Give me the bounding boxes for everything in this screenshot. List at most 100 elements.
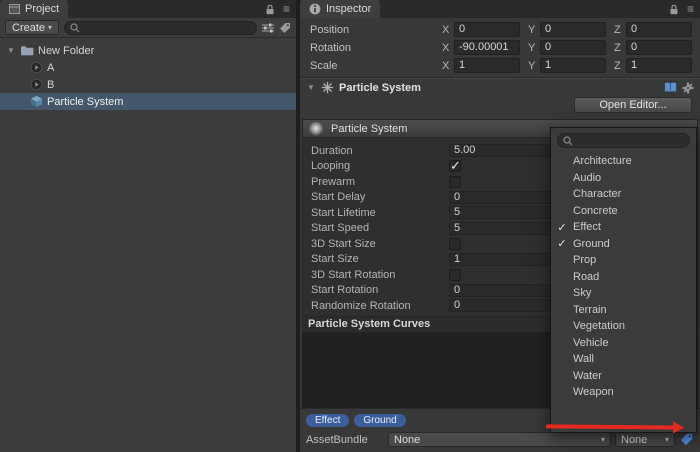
label-filter-icon[interactable]	[279, 22, 291, 34]
row-label: Duration	[311, 145, 449, 157]
menu-icon[interactable]: ≡	[687, 3, 694, 15]
assetbundle-label: AssetBundle	[306, 434, 388, 446]
tab-inspector[interactable]: Inspector	[300, 0, 380, 18]
label-option-vegetation[interactable]: Vegetation	[551, 318, 696, 335]
lock-icon[interactable]	[669, 4, 679, 15]
foldout-open-icon[interactable]: ▼	[6, 46, 16, 55]
project-tabbar: Project ≡	[0, 0, 296, 18]
caret-down-icon: ▾	[48, 24, 52, 32]
particle-system-component-header[interactable]: ▼ Particle System	[300, 79, 700, 96]
looping-checkbox[interactable]: ✓	[449, 160, 461, 172]
scale-y-field[interactable]: 1	[540, 58, 606, 73]
gear-icon[interactable]	[682, 82, 694, 94]
caret-down-icon: ▾	[601, 436, 605, 444]
tab-project[interactable]: Project	[0, 0, 68, 18]
label-option-concrete[interactable]: Concrete	[551, 203, 696, 220]
lock-icon[interactable]	[265, 4, 275, 15]
row-label: 3D Start Rotation	[311, 269, 449, 281]
search-icon	[70, 23, 80, 33]
tree-item-particle-system[interactable]: Particle System	[0, 93, 296, 110]
scale-row: Scale X 1 Y 1 Z 1	[310, 57, 692, 74]
rotation-row: Rotation X -90.00001 Y 0 Z 0	[310, 39, 692, 56]
model-icon	[30, 78, 43, 91]
search-icon	[563, 136, 573, 146]
create-button[interactable]: Create ▾	[5, 20, 59, 35]
rotation-x-field[interactable]: -90.00001	[454, 40, 520, 55]
particle-system-icon	[30, 95, 43, 108]
tree-item-new-folder[interactable]: ▼ New Folder	[0, 42, 296, 59]
label-option-sky[interactable]: Sky	[551, 285, 696, 302]
project-tree: ▼ New Folder A B	[0, 38, 296, 110]
axis-y-label: Y	[528, 60, 540, 72]
folder-icon	[20, 45, 34, 56]
label-option-text: Architecture	[573, 155, 632, 167]
row-label: Start Rotation	[311, 284, 449, 296]
tab-project-label: Project	[25, 3, 59, 15]
label-option-road[interactable]: Road	[551, 269, 696, 286]
annotation-arrow	[546, 419, 684, 433]
label-option-effect[interactable]: ✓ Effect	[551, 219, 696, 236]
position-y-field[interactable]: 0	[540, 22, 606, 37]
tree-item-a[interactable]: A	[0, 59, 296, 76]
rotation-y-field[interactable]: 0	[540, 40, 606, 55]
rotation-label: Rotation	[310, 42, 442, 54]
labels-list: Architecture Audio Character Concrete ✓ …	[551, 153, 696, 401]
component-title: Particle System	[339, 82, 659, 94]
assetbundle-dropdown[interactable]: None ▾	[388, 432, 611, 447]
label-option-wall[interactable]: Wall	[551, 351, 696, 368]
label-option-text: Terrain	[573, 304, 607, 316]
labels-search-input[interactable]	[576, 135, 684, 147]
asset-labels-popup: Architecture Audio Character Concrete ✓ …	[550, 127, 697, 433]
label-option-weapon[interactable]: Weapon	[551, 384, 696, 401]
label-option-character[interactable]: Character	[551, 186, 696, 203]
check-icon: ✓	[551, 237, 573, 250]
help-icon[interactable]	[664, 82, 677, 93]
prewarm-checkbox[interactable]	[449, 176, 461, 188]
label-option-prop[interactable]: Prop	[551, 252, 696, 269]
position-x-field[interactable]: 0	[454, 22, 520, 37]
foldout-open-icon[interactable]: ▼	[306, 83, 316, 92]
label-option-ground[interactable]: ✓ Ground	[551, 236, 696, 253]
scale-x-field[interactable]: 1	[454, 58, 520, 73]
label-option-text: Road	[573, 271, 599, 283]
tree-item-b[interactable]: B	[0, 76, 296, 93]
row-label: 3D Start Size	[311, 238, 449, 250]
column-settings-icon[interactable]	[262, 23, 274, 33]
inspector-tab-actions: ≡	[669, 0, 700, 18]
scale-label: Scale	[310, 60, 442, 72]
label-option-audio[interactable]: Audio	[551, 170, 696, 187]
assetbundle-row: AssetBundle None ▾ None ▾	[306, 432, 694, 447]
label-option-terrain[interactable]: Terrain	[551, 302, 696, 319]
3d-start-size-checkbox[interactable]	[449, 238, 461, 250]
create-button-label: Create	[12, 22, 45, 34]
row-label: Start Size	[311, 253, 449, 265]
menu-icon[interactable]: ≡	[283, 3, 290, 15]
label-option-architecture[interactable]: Architecture	[551, 153, 696, 170]
label-option-text: Weapon	[573, 386, 614, 398]
label-option-water[interactable]: Water	[551, 368, 696, 385]
label-option-text: Effect	[573, 221, 601, 233]
label-option-vehicle[interactable]: Vehicle	[551, 335, 696, 352]
axis-z-label: Z	[614, 24, 626, 36]
rotation-z-field[interactable]: 0	[626, 40, 692, 55]
label-pill-ground[interactable]: Ground	[354, 414, 405, 427]
assetbundle-variant-value: None	[621, 434, 647, 446]
scale-z-field[interactable]: 1	[626, 58, 692, 73]
label-pill-effect[interactable]: Effect	[306, 414, 349, 427]
axis-y-label: Y	[528, 42, 540, 54]
open-editor-button[interactable]: Open Editor...	[574, 97, 692, 113]
axis-x-label: X	[442, 24, 454, 36]
module-title: Particle System	[331, 123, 407, 135]
asset-labels-button[interactable]	[679, 433, 694, 446]
3d-start-rotation-checkbox[interactable]	[449, 269, 461, 281]
curves-title: Particle System Curves	[308, 318, 430, 330]
label-option-text: Character	[573, 188, 621, 200]
assetbundle-variant-dropdown[interactable]: None ▾	[615, 432, 675, 447]
annotation-arrow-line	[546, 424, 673, 429]
axis-z-label: Z	[614, 42, 626, 54]
labels-search	[557, 133, 690, 148]
position-label: Position	[310, 24, 442, 36]
project-search-input[interactable]	[83, 22, 251, 34]
info-icon	[309, 3, 321, 15]
position-z-field[interactable]: 0	[626, 22, 692, 37]
